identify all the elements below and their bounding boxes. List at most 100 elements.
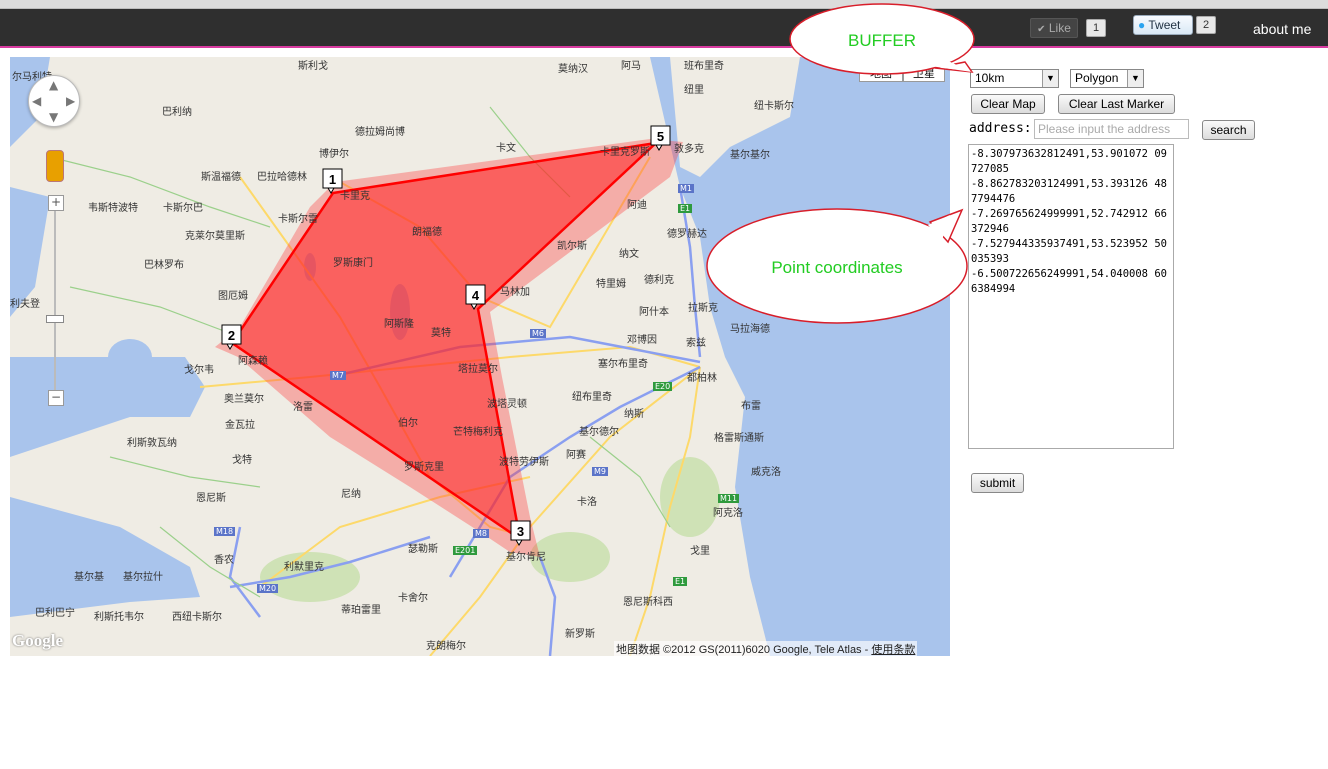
road-shield: M18 bbox=[214, 527, 236, 536]
map-canvas[interactable]: 尔马利特 巴利纳 德拉姆尚博 博伊尔 巴拉哈德林 斯利戈 莫纳汉 阿马 班布里奇… bbox=[10, 57, 950, 656]
zoom-track[interactable] bbox=[54, 211, 56, 391]
search-button[interactable]: search bbox=[1202, 120, 1255, 140]
map-label: 香农 bbox=[214, 555, 234, 566]
zoom-out-button[interactable]: − bbox=[48, 390, 64, 406]
map-label: 西纽卡斯尔 bbox=[172, 612, 222, 623]
map-label: 卡文 bbox=[496, 143, 516, 154]
check-icon: ✔ bbox=[1037, 24, 1046, 35]
map-label: 布雷 bbox=[741, 401, 761, 412]
map-label: 纽布里奇 bbox=[572, 392, 612, 403]
map-label: 基尔基尔 bbox=[730, 150, 770, 161]
map-label: 威克洛 bbox=[751, 467, 781, 478]
chevron-down-icon: ▼ bbox=[1127, 70, 1143, 87]
map-label: 戈里 bbox=[690, 546, 710, 557]
map-label: 利斯敦瓦纳 bbox=[127, 438, 177, 449]
street-view-pegman-icon[interactable] bbox=[46, 150, 64, 182]
pan-down-icon[interactable]: ▼ bbox=[49, 110, 58, 124]
map-tiles bbox=[10, 57, 950, 656]
map-label: 利默里克 bbox=[284, 562, 324, 573]
like-button[interactable]: ✔ Like bbox=[1030, 18, 1078, 38]
pan-left-icon[interactable]: ◀ bbox=[32, 94, 41, 108]
tweet-button[interactable]: ● Tweet bbox=[1133, 15, 1193, 35]
map-label: 纳斯 bbox=[624, 409, 644, 420]
map-label: 特里姆 bbox=[596, 279, 626, 290]
road-shield: E1 bbox=[678, 204, 693, 213]
map-label: 卡里克 bbox=[340, 191, 370, 202]
pan-right-icon[interactable]: ▶ bbox=[66, 94, 75, 108]
map-label: 克莱尔莫里斯 bbox=[185, 231, 245, 242]
road-shield: M20 bbox=[257, 584, 279, 593]
map-label: 波特劳伊斯 bbox=[499, 457, 549, 468]
map-label: 阿迪 bbox=[627, 200, 647, 211]
map-label: 新罗斯 bbox=[565, 629, 595, 640]
map-label: 卡洛 bbox=[577, 497, 597, 508]
map-label: 卡里克罗斯 bbox=[600, 147, 650, 158]
map-type-map-button[interactable]: 地图 bbox=[859, 66, 903, 82]
buffer-select[interactable]: 10km ▼ bbox=[970, 69, 1059, 88]
twitter-bird-icon: ● bbox=[1138, 18, 1146, 32]
map-label: 恩尼斯 bbox=[196, 493, 226, 504]
zoom-in-button[interactable]: + bbox=[48, 195, 64, 211]
address-input[interactable]: Please input the address bbox=[1034, 119, 1189, 139]
map-label: 韦斯特波特 bbox=[88, 203, 138, 214]
map-label: 基尔拉什 bbox=[123, 572, 163, 583]
clear-last-marker-button[interactable]: Clear Last Marker bbox=[1058, 94, 1175, 114]
map-label: 莫纳汉 bbox=[558, 64, 588, 75]
map-label: 马林加 bbox=[500, 287, 530, 298]
terms-of-use-link[interactable]: 使用条款 bbox=[871, 644, 915, 656]
map-label: 卡斯尔巴 bbox=[163, 203, 203, 214]
coordinates-textarea[interactable]: -8.307973632812491,53.901072 09727085 -8… bbox=[968, 144, 1174, 449]
buffer-select-value: 10km bbox=[975, 71, 1005, 85]
map-type-satellite-button[interactable]: 卫星 bbox=[903, 66, 945, 82]
zoom-thumb[interactable] bbox=[46, 315, 64, 323]
map-label: 德利克 bbox=[644, 275, 674, 286]
map-label: 拉斯克 bbox=[688, 303, 718, 314]
submit-button[interactable]: submit bbox=[971, 473, 1024, 493]
map-label: 德罗赫达 bbox=[667, 229, 707, 240]
pan-up-icon[interactable]: ▲ bbox=[49, 78, 58, 92]
map-label: 纳文 bbox=[619, 249, 639, 260]
road-shield: M8 bbox=[473, 529, 489, 538]
map-label: 巴林罗布 bbox=[144, 260, 184, 271]
map-label: 巴拉哈德林 bbox=[257, 172, 307, 183]
chevron-down-icon: ▼ bbox=[1042, 70, 1058, 87]
map-label: 利斯托韦尔 bbox=[94, 612, 144, 623]
zoom-slider[interactable]: + − bbox=[46, 195, 64, 410]
map-label: 邓博因 bbox=[627, 335, 657, 346]
top-bar: ✔ Like 1 ● Tweet 2 about me bbox=[0, 9, 1328, 48]
map-label: 克朗梅尔 bbox=[426, 641, 466, 652]
tweet-count: 2 bbox=[1196, 16, 1216, 34]
browser-tab-strip bbox=[0, 0, 1328, 9]
map-label: 罗斯康门 bbox=[333, 258, 373, 269]
like-count: 1 bbox=[1086, 19, 1106, 37]
like-label: Like bbox=[1048, 21, 1071, 35]
road-shield: M7 bbox=[330, 371, 346, 380]
map-label: 阿赛 bbox=[566, 450, 586, 461]
map-label: 格雷斯通斯 bbox=[714, 433, 764, 444]
pan-control[interactable]: ▲ ▼ ◀ ▶ bbox=[28, 75, 80, 127]
map-label: 利夫登 bbox=[10, 299, 40, 310]
google-logo: Google bbox=[12, 631, 63, 650]
map-label: 图厄姆 bbox=[218, 291, 248, 302]
map-label: 波塔灵顿 bbox=[487, 399, 527, 410]
map-label: 班布里奇 bbox=[684, 61, 724, 72]
map-label: 尼纳 bbox=[341, 489, 361, 500]
attribution-text: 地图数据 ©2012 GS(2011)6020 Google, Tele Atl… bbox=[616, 644, 872, 656]
map-label: 凯尔斯 bbox=[557, 241, 587, 252]
shape-select[interactable]: Polygon ▼ bbox=[1070, 69, 1144, 88]
map-label: 瑟勒斯 bbox=[408, 544, 438, 555]
map-label: 敦多克 bbox=[674, 144, 704, 155]
clear-map-button[interactable]: Clear Map bbox=[971, 94, 1045, 114]
map-label: 塞尔布里奇 bbox=[598, 359, 648, 370]
map-label: 巴利纳 bbox=[162, 107, 192, 118]
map-label: 马拉海德 bbox=[730, 324, 770, 335]
map-label: 基尔德尔 bbox=[579, 427, 619, 438]
map-label: 金瓦拉 bbox=[225, 420, 255, 431]
about-me-link[interactable]: about me bbox=[1253, 21, 1311, 37]
map-label: 蒂珀雷里 bbox=[341, 605, 381, 616]
shape-select-value: Polygon bbox=[1075, 71, 1119, 85]
tweet-label: Tweet bbox=[1148, 18, 1181, 32]
map-label: 基尔肯尼 bbox=[506, 552, 546, 563]
map-label: 基尔基 bbox=[74, 572, 104, 583]
map-label: 巴利巴宁 bbox=[35, 608, 75, 619]
